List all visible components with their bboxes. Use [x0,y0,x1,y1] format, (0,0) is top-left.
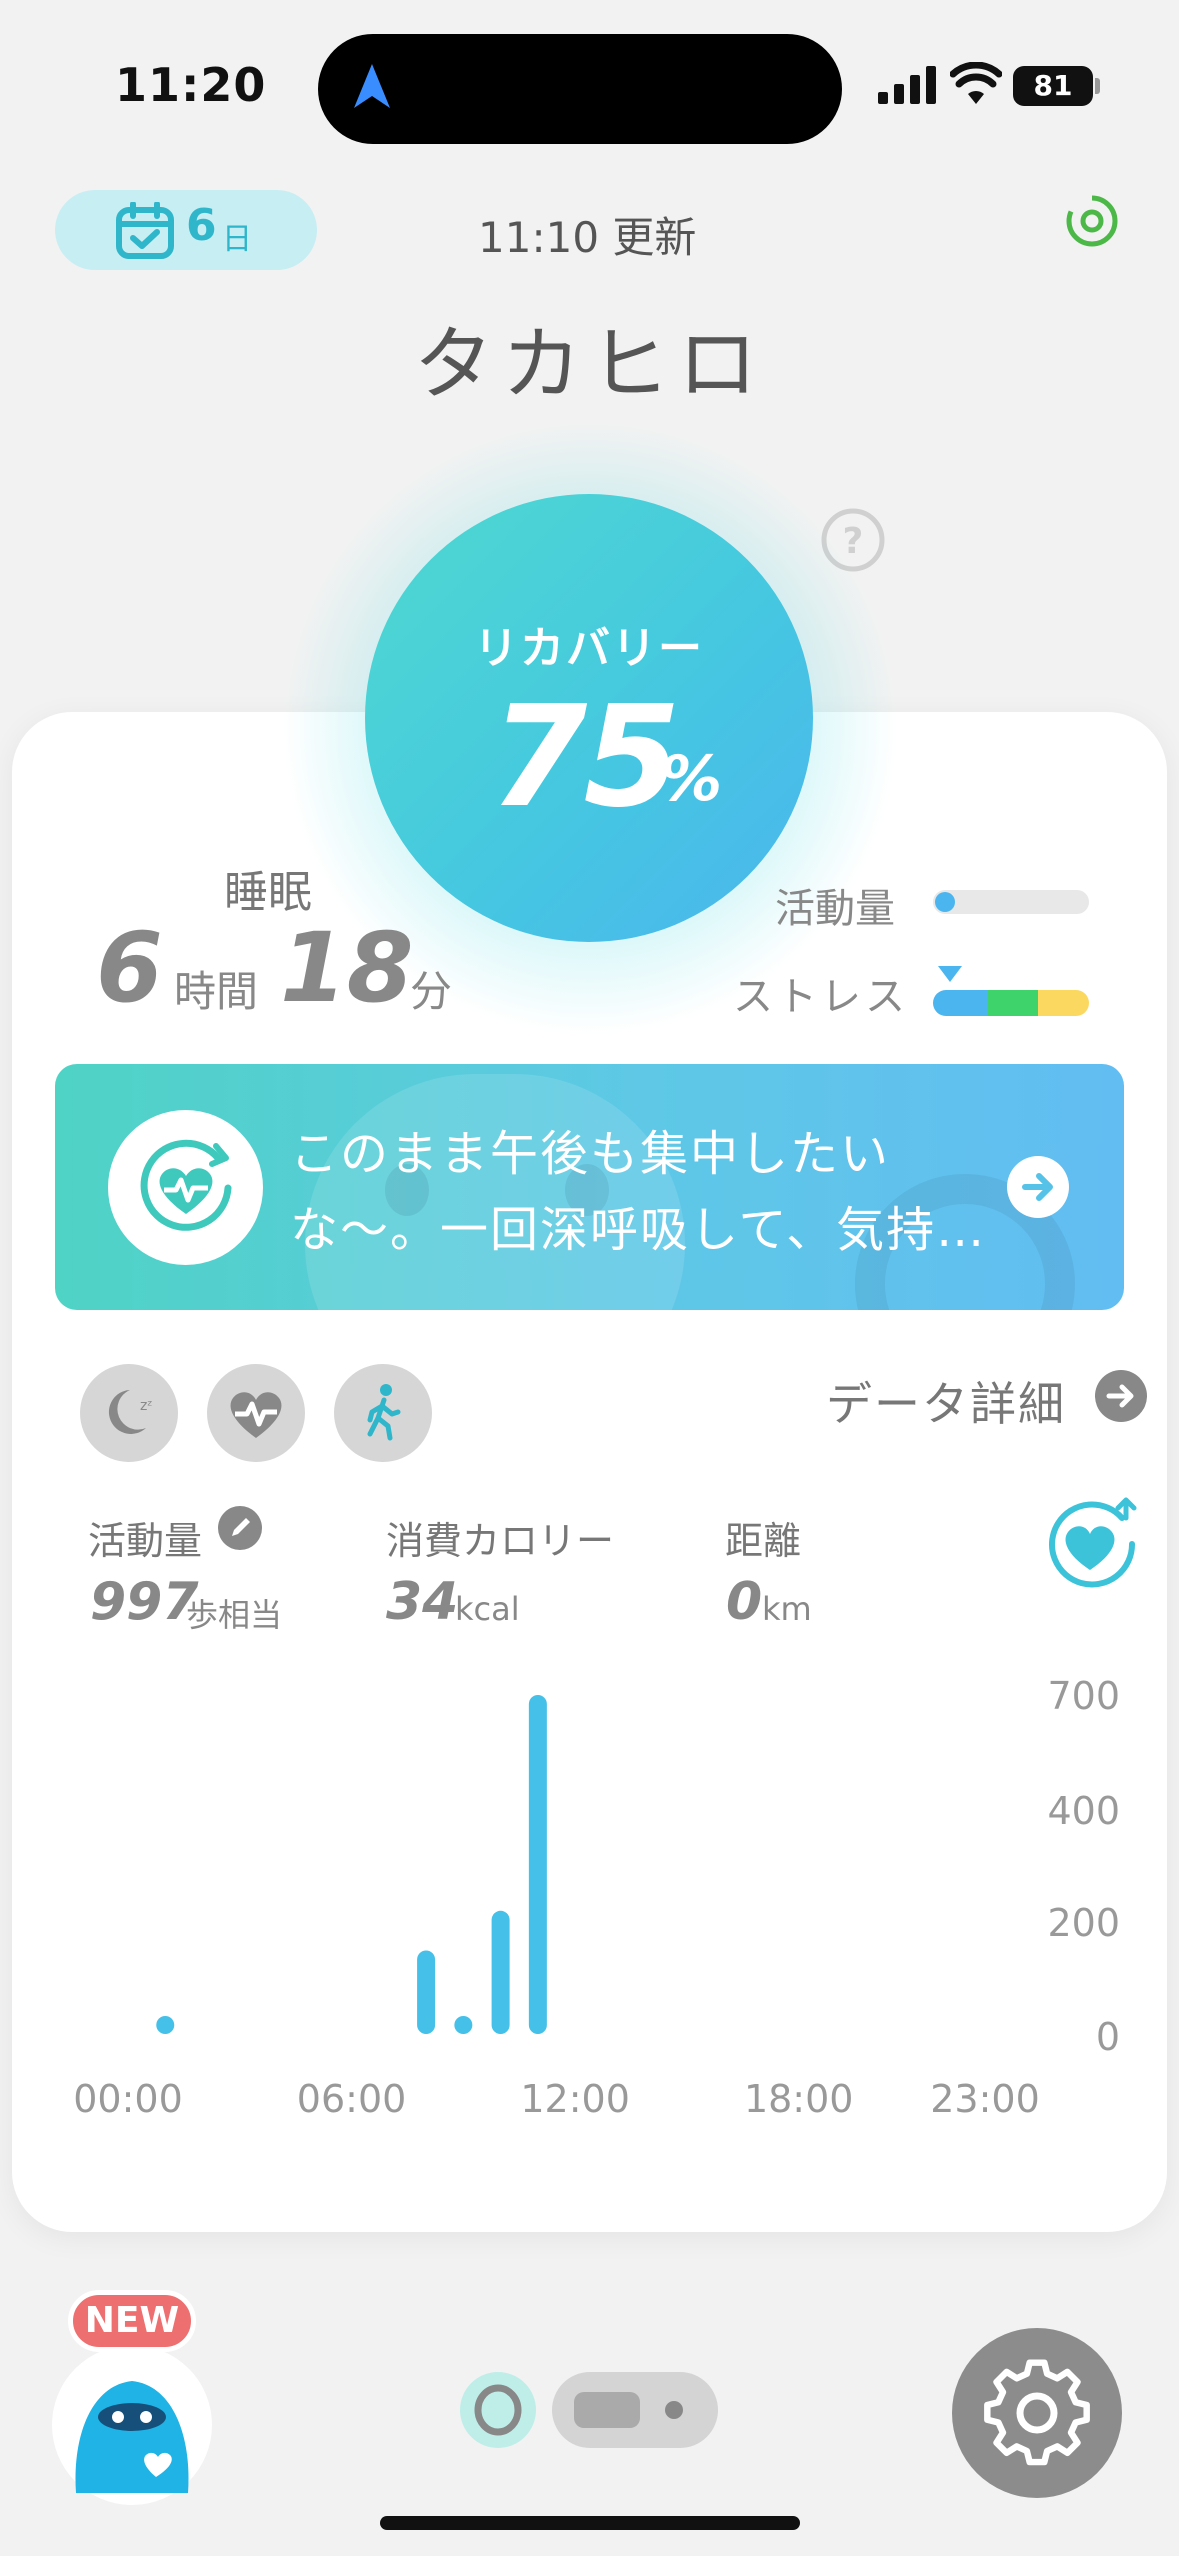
data-details-arrow-button[interactable] [1095,1370,1147,1422]
y-tick-label: 700 [1047,1674,1120,1718]
home-indicator [380,2516,800,2530]
heart-rate-icon [230,1392,282,1438]
new-badge: NEW [68,2290,196,2352]
sleep-hours: 6 [96,912,163,1024]
heart-badge-icon[interactable] [1040,1492,1140,1592]
x-tick-label: 12:00 [520,2077,630,2121]
metric-calorie-value: 34 [386,1572,459,1632]
chart-bar [417,1950,436,2034]
metric-activity-value: 997 [90,1572,199,1632]
x-tick-label: 18:00 [744,2077,854,2121]
chart-bar [454,2016,473,2034]
edit-activity-button[interactable] [218,1506,262,1550]
x-tick-label: 23:00 [930,2077,1040,2121]
character-avatar[interactable] [52,2345,212,2505]
tab-sleep[interactable]: zᶻ [80,1364,178,1462]
chart-bar [156,2016,175,2034]
recovery-label: リカバリー [474,623,704,674]
y-tick-label: 200 [1047,1901,1120,1945]
metric-calorie-unit: kcal [455,1590,520,1628]
user-name: タカヒロ [413,318,766,411]
arrow-right-icon [1106,1384,1134,1408]
metric-activity-unit: 歩相当 [186,1596,283,1634]
stress-segment-high [1037,990,1089,1016]
gear-icon [984,2359,1090,2466]
metric-calorie-label: 消費カロリー [386,1519,615,1563]
tab-heart[interactable] [207,1364,305,1462]
days-unit: 日 [222,222,252,257]
sleep-minutes: 18 [280,912,414,1024]
x-tick-label: 06:00 [297,2077,407,2121]
status-time: 11:20 [115,58,267,112]
metric-distance-value: 0 [726,1572,763,1632]
activity-label: 活動量 [775,886,895,932]
activity-chart: 0 200 400 700 00:00 06:00 12:00 18:00 23:00 [73,1674,1120,2121]
sync-ring-icon[interactable] [1063,192,1121,250]
x-tick-label: 00:00 [73,2077,183,2121]
location-arrow-icon [354,64,390,108]
calendar-check-icon [116,202,174,259]
walking-icon [367,1384,401,1441]
device-ring-button[interactable] [460,2372,536,2448]
sleep-hours-unit: 時間 [174,967,259,1016]
cellular-signal-icon [878,66,936,104]
chart-bar [491,1910,510,2034]
pencil-icon [232,1518,250,1536]
metric-activity-label: 活動量 [88,1519,203,1563]
stress-segment-low [933,990,988,1016]
y-tick-label: 0 [1096,2015,1120,2059]
stress-label: ストレス [733,974,909,1020]
ring-device-icon [474,2384,522,2436]
data-details-link[interactable]: データ詳細 [826,1368,1066,1434]
updated-time: 11:10 更新 [478,213,697,262]
activity-level-bar [933,890,1089,914]
stress-marker [938,966,962,982]
battery-tip [1095,78,1100,94]
tab-activity[interactable] [334,1364,432,1462]
battery-indicator: 81 [1013,66,1093,106]
activity-level-fill [935,892,955,912]
arrow-right-icon [1022,1173,1053,1201]
banner-arrow-button[interactable] [1007,1156,1069,1218]
moon-sleep-icon: zᶻ [108,1390,152,1434]
sleep-minutes-unit: 分 [410,967,453,1016]
recovery-value: 75 [490,676,681,839]
metric-distance-unit: km [762,1590,812,1628]
metric-distance-label: 距離 [725,1519,802,1563]
settings-button[interactable] [952,2328,1122,2498]
banner-message: このまま午後も集中したいな〜。一回深呼吸して、気持… [290,1126,987,1258]
wifi-icon [950,62,1002,104]
recovery-unit: % [660,742,723,815]
band-device-icon [574,2392,683,2428]
chart-bar [528,1695,547,2034]
days-count: 6 [186,200,217,251]
device-toggle[interactable] [552,2372,718,2448]
sleep-label: 睡眠 [224,867,312,918]
heart-rate-refresh-icon [140,1139,232,1231]
dynamic-island [318,34,842,144]
svg-text:zᶻ: zᶻ [140,1398,152,1414]
stress-level-bar [933,990,1089,1016]
stress-segment-mid [987,990,1038,1016]
y-tick-label: 400 [1047,1789,1120,1833]
